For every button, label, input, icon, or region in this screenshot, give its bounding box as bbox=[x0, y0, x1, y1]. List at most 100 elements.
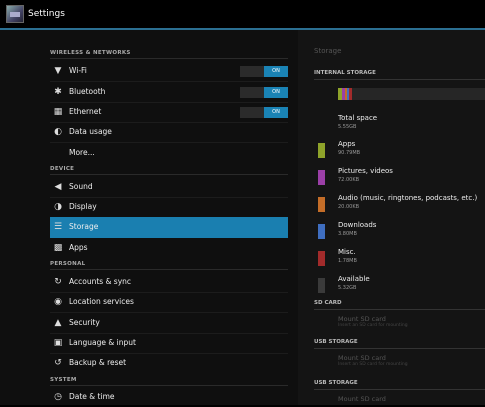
storage-item-size: 72.00KB bbox=[338, 177, 360, 183]
menu-item-label: Storage bbox=[69, 222, 99, 231]
mount-usb-hint: Insert an SD card for mounting bbox=[338, 362, 408, 367]
mount-usb-item[interactable]: Mount SD card Insert an SD card for moun… bbox=[338, 354, 408, 367]
section-divider bbox=[50, 58, 288, 59]
mount-sd-card-item[interactable]: Mount SD card Insert an SD card for moun… bbox=[338, 315, 408, 328]
wifi-toggle[interactable]: ON bbox=[240, 66, 288, 77]
section-divider bbox=[314, 309, 485, 310]
menu-item-apps[interactable]: ▩ Apps bbox=[50, 238, 288, 258]
menu-item-storage[interactable]: ☰ Storage bbox=[50, 217, 288, 238]
menu-item-label: Wi-Fi bbox=[69, 66, 87, 75]
ethernet-icon: ▦ bbox=[53, 107, 63, 117]
toggle-on-label: ON bbox=[264, 87, 288, 98]
total-space-value: 5.55GB bbox=[338, 124, 357, 130]
wifi-icon: ▼ bbox=[54, 66, 62, 76]
storage-usage-bar bbox=[338, 88, 485, 100]
misc-color-swatch bbox=[318, 251, 325, 266]
settings-menu: WIRELESS & NETWORKS ▼ Wi-Fi ON ✱ Bluetoo… bbox=[0, 30, 298, 405]
menu-item-ethernet[interactable]: ▦ Ethernet ON bbox=[50, 102, 288, 122]
sd-card-header: SD CARD bbox=[314, 300, 342, 306]
speaker-icon: ◀ bbox=[54, 182, 62, 192]
sync-icon: ↻ bbox=[54, 277, 62, 287]
menu-item-date-time[interactable]: ◷ Date & time bbox=[50, 387, 288, 407]
storage-panel: Storage INTERNAL STORAGE Total space 5.5… bbox=[298, 30, 485, 405]
menu-item-display[interactable]: ◑ Display bbox=[50, 197, 288, 217]
available-color-swatch bbox=[318, 278, 325, 293]
storage-item-name: Apps bbox=[338, 140, 356, 148]
section-header-wireless: WIRELESS & NETWORKS bbox=[50, 50, 131, 56]
section-header-personal: PERSONAL bbox=[50, 261, 86, 267]
section-header-system: SYSTEM bbox=[50, 377, 77, 383]
backup-icon: ↺ bbox=[54, 358, 62, 368]
menu-item-label: Ethernet bbox=[69, 107, 102, 116]
audio-color-swatch bbox=[318, 197, 325, 212]
menu-item-label: More... bbox=[69, 148, 95, 157]
storage-item-size: 90.79MB bbox=[338, 150, 361, 156]
mount-usb-label: Mount SD card bbox=[338, 354, 386, 362]
apps-color-swatch bbox=[318, 143, 325, 158]
clock-icon: ◷ bbox=[54, 392, 62, 402]
storage-item-size: 3.80MB bbox=[338, 231, 357, 237]
section-divider bbox=[314, 348, 485, 349]
menu-item-label: Location services bbox=[69, 297, 134, 306]
section-divider bbox=[50, 174, 288, 175]
panel-title: Storage bbox=[314, 47, 342, 55]
section-divider bbox=[50, 269, 288, 270]
menu-item-wifi[interactable]: ▼ Wi-Fi ON bbox=[50, 61, 288, 81]
menu-item-sound[interactable]: ◀ Sound bbox=[50, 177, 288, 197]
section-divider bbox=[50, 385, 288, 386]
menu-item-label: Date & time bbox=[69, 392, 115, 401]
menu-item-more[interactable]: More... bbox=[50, 143, 288, 163]
menu-item-accounts[interactable]: ↻ Accounts & sync bbox=[50, 272, 288, 292]
mount-sd-hint: Insert an SD card for mounting bbox=[338, 323, 408, 328]
storage-item-size: 5.32GB bbox=[338, 285, 357, 291]
toggle-on-label: ON bbox=[264, 107, 288, 118]
menu-item-backup[interactable]: ↺ Backup & reset bbox=[50, 353, 288, 373]
storage-item-name: Downloads bbox=[338, 221, 377, 229]
language-icon: ▣ bbox=[53, 338, 63, 348]
apps-icon: ▩ bbox=[53, 243, 63, 253]
mount-usb-item-2[interactable]: Mount SD card bbox=[338, 395, 386, 403]
pictures-color-swatch bbox=[318, 170, 325, 185]
menu-item-label: Backup & reset bbox=[69, 358, 127, 367]
menu-item-language[interactable]: ▣ Language & input bbox=[50, 333, 288, 353]
menu-item-label: Display bbox=[69, 202, 97, 211]
lock-icon: ▲ bbox=[54, 318, 62, 328]
menu-item-security[interactable]: ▲ Security bbox=[50, 313, 288, 333]
menu-item-label: Bluetooth bbox=[69, 87, 106, 96]
menu-item-location[interactable]: ◉ Location services bbox=[50, 292, 288, 312]
menu-item-bluetooth[interactable]: ✱ Bluetooth ON bbox=[50, 82, 288, 102]
usb-storage-header: USB STORAGE bbox=[314, 339, 358, 345]
data-usage-icon: ◐ bbox=[54, 127, 62, 137]
menu-item-data-usage[interactable]: ◐ Data usage bbox=[50, 122, 288, 142]
menu-item-label: Security bbox=[69, 318, 100, 327]
display-icon: ◑ bbox=[54, 202, 62, 212]
storage-item-name: Pictures, videos bbox=[338, 167, 393, 175]
storage-item-name: Available bbox=[338, 275, 370, 283]
menu-item-label: Apps bbox=[69, 243, 88, 252]
storage-icon: ☰ bbox=[53, 222, 63, 232]
location-icon: ◉ bbox=[54, 297, 62, 307]
menu-item-label: Accounts & sync bbox=[69, 277, 132, 286]
ethernet-toggle[interactable]: ON bbox=[240, 107, 288, 118]
menu-item-label: Data usage bbox=[69, 127, 112, 136]
downloads-color-swatch bbox=[318, 224, 325, 239]
section-divider bbox=[314, 79, 485, 80]
internal-storage-header: INTERNAL STORAGE bbox=[314, 70, 376, 76]
mount-sd-label: Mount SD card bbox=[338, 315, 386, 323]
menu-item-label: Sound bbox=[69, 182, 93, 191]
storage-item-name: Audio (music, ringtones, podcasts, etc.) bbox=[338, 194, 478, 202]
total-space-label: Total space bbox=[338, 114, 378, 122]
section-divider bbox=[314, 389, 485, 390]
menu-item-label: Language & input bbox=[69, 338, 136, 347]
bluetooth-icon: ✱ bbox=[54, 87, 62, 97]
usb-storage-header-2: USB STORAGE bbox=[314, 380, 358, 386]
app-title: Settings bbox=[28, 9, 65, 19]
section-header-device: DEVICE bbox=[50, 166, 75, 172]
usage-segment-misc bbox=[349, 88, 352, 100]
settings-app-icon[interactable] bbox=[6, 5, 24, 23]
storage-item-size: 20.00KB bbox=[338, 204, 360, 210]
bluetooth-toggle[interactable]: ON bbox=[240, 87, 288, 98]
storage-item-name: Misc. bbox=[338, 248, 356, 256]
mount-usb-label: Mount SD card bbox=[338, 395, 386, 403]
action-bar: Settings bbox=[0, 0, 485, 30]
